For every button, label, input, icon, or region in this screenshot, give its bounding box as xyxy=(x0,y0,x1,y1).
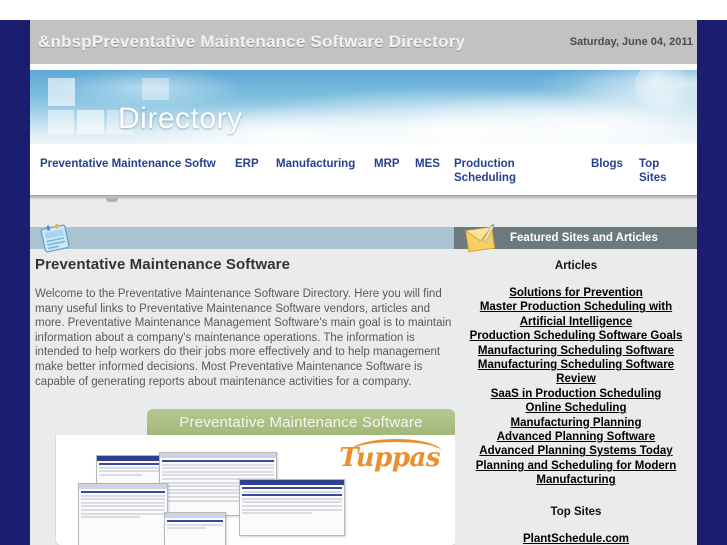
main-navigation: Preventative Maintenance Softw ERP Manuf… xyxy=(30,144,697,195)
promo-title: Preventative Maintenance Software xyxy=(179,414,423,431)
nav-manufacturing[interactable]: Manufacturing xyxy=(276,157,355,171)
app-window-thumb xyxy=(78,483,168,545)
right-border xyxy=(697,20,727,545)
divider-nub xyxy=(106,198,118,202)
nav-erp[interactable]: ERP xyxy=(235,157,259,171)
article-link[interactable]: Master Production Scheduling with Artifi… xyxy=(462,300,690,329)
site-title-bar: &nbspPreventative Maintenance Software D… xyxy=(30,20,697,64)
nav-production-scheduling[interactable]: Production Scheduling xyxy=(454,157,540,185)
articles-heading: Articles xyxy=(554,260,598,272)
moon-icon xyxy=(635,70,687,112)
top-white-strip xyxy=(0,0,727,20)
top-site-link[interactable]: PlantSchedule.com xyxy=(462,532,690,545)
nav-top-sites[interactable]: Top Sites xyxy=(639,157,679,185)
featured-label: Featured Sites and Articles xyxy=(510,232,658,244)
main-heading: Preventative Maintenance Software xyxy=(35,256,291,273)
promo-image[interactable]: Preventative Maintenance Software Tuppas xyxy=(55,409,455,545)
article-link[interactable]: Advanced Planning Software xyxy=(462,430,690,444)
envelope-pencil-icon xyxy=(465,223,496,253)
left-border xyxy=(0,20,30,545)
featured-bar: Featured Sites and Articles xyxy=(30,223,697,253)
app-window-thumb xyxy=(164,512,226,545)
featured-bar-left xyxy=(30,227,454,249)
app-window-thumb xyxy=(239,479,345,536)
article-link[interactable]: Manufacturing Planning xyxy=(462,416,690,430)
promo-body: Tuppas xyxy=(55,435,455,545)
nav-blogs[interactable]: Blogs xyxy=(591,157,623,171)
main-content: Preventative Maintenance Software Welcom… xyxy=(35,256,455,389)
article-link[interactable]: Manufacturing Scheduling Software Review xyxy=(462,358,690,387)
page-title: &nbspPreventative Maintenance Software D… xyxy=(38,32,466,51)
nav-mes[interactable]: MES xyxy=(415,157,440,171)
page-root: &nbspPreventative Maintenance Software D… xyxy=(0,0,727,545)
nav-preventative-maintenance[interactable]: Preventative Maintenance Softw xyxy=(40,157,230,171)
article-link[interactable]: SaaS in Production Scheduling xyxy=(462,387,690,401)
promo-header: Preventative Maintenance Software xyxy=(147,409,455,436)
banner-square-4 xyxy=(77,110,104,134)
right-sidebar: Articles Solutions for Prevention Master… xyxy=(462,260,690,545)
article-link[interactable]: Production Scheduling Software Goals xyxy=(462,329,690,343)
nav-mrp[interactable]: MRP xyxy=(374,157,400,171)
banner-square-3 xyxy=(48,110,74,134)
current-date: Saturday, June 04, 2011 xyxy=(569,36,693,48)
article-link[interactable]: Solutions for Prevention xyxy=(462,286,690,300)
brand-logo: Tuppas xyxy=(339,443,440,473)
article-link[interactable]: Planning and Scheduling for Modern Manuf… xyxy=(462,459,690,488)
nav-divider xyxy=(30,195,697,199)
banner-heading: Directory xyxy=(118,102,243,135)
main-body-text: Welcome to the Preventative Maintenance … xyxy=(35,288,452,388)
banner-square-2 xyxy=(142,78,169,100)
article-link[interactable]: Online Scheduling xyxy=(462,401,690,415)
banner-square-1 xyxy=(48,78,75,106)
article-link[interactable]: Manufacturing Scheduling Software xyxy=(462,344,690,358)
header-banner: Directory xyxy=(30,70,697,144)
top-sites-heading: Top Sites xyxy=(550,505,602,518)
notepad-icon xyxy=(40,223,70,253)
article-link[interactable]: Advanced Planning Systems Today xyxy=(462,444,690,458)
